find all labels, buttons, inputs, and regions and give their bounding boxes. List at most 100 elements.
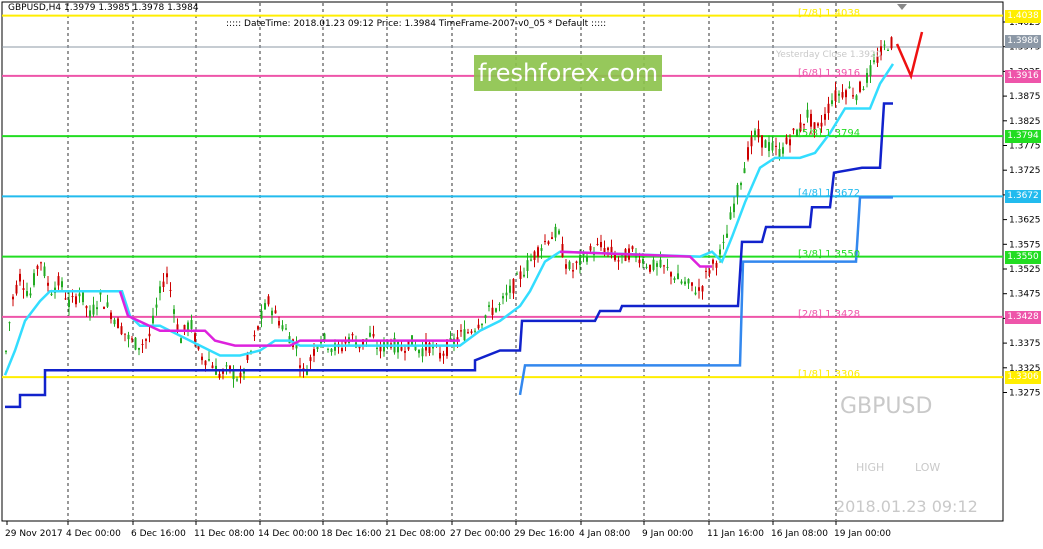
candle-body [43,266,46,277]
chart-area[interactable]: 1.40251.39751.39251.38751.38251.37751.37… [0,0,1043,545]
candle-body [684,281,686,285]
price-tick-label: 1.3875 [1009,92,1041,102]
candle-body [40,262,42,264]
candle-body [680,281,683,284]
candle-body [201,356,203,361]
candle-body [733,203,735,213]
yesterday-close-label: Yesterday Close 1.3920 [776,50,882,60]
candle-body [495,308,497,312]
candle-body [810,113,812,127]
time-tick-label: 11 Dec 08:00 [194,529,255,539]
candle-body [498,304,501,306]
candle-body [372,333,375,337]
candle-body [806,109,809,118]
time-tick-label: 21 Dec 08:00 [385,529,446,539]
candle-body [586,256,588,262]
price-tag: 1.3428 [1005,310,1041,324]
low-label: LOW [915,461,941,474]
candle-body [729,212,732,220]
candle-body [141,343,144,345]
candle-body [719,249,721,255]
time-tick-label: 9 Jan 00:00 [642,529,694,539]
candle-body [530,259,532,261]
symbol-header: GBPUSD,H4 1.3979 1.3985 1.3978 1.3984 [8,3,199,13]
candle-body [831,100,833,104]
time-tick-label: 14 Dec 00:00 [258,529,319,539]
candle-body [768,142,770,151]
candle-body [631,246,634,250]
price-tag: 1.4038 [1005,9,1041,23]
candle-body [239,372,242,378]
candle-body [400,347,403,351]
candle-body [190,320,193,329]
candle-body [474,330,476,332]
candle-body [712,259,714,264]
candle-body [127,334,130,340]
candle-body [110,312,112,320]
candle-body [106,302,109,307]
candle-body [446,341,448,356]
candle-body [285,328,287,330]
candle-body [278,320,280,326]
price-tag: 1.3986 [1005,35,1041,49]
candle-body [866,72,868,83]
candle-body [726,233,728,238]
candle-body [834,90,837,101]
candle-body [26,291,28,296]
candle-body [565,264,567,269]
candle-body [75,296,77,305]
murrey-level-label: [7/8] 1.4038 [798,7,861,19]
price-tag: 1.3672 [1005,190,1041,204]
candle-body [740,182,742,186]
candle-body [771,142,774,151]
candle-body [890,37,893,49]
candle-body [873,60,875,63]
candle-body [579,255,581,265]
candle-body [792,128,795,131]
candle-body [134,337,137,350]
candle-body [589,246,592,251]
candle-body [351,334,354,336]
candle-body [743,168,746,174]
candle-body [722,241,725,243]
candle-body [169,289,172,291]
time-tick-label: 16 Jan 08:00 [771,529,828,539]
candle-body [491,307,494,315]
candle-body [281,325,284,330]
candle-body [558,230,560,234]
candle-body [789,139,791,146]
candle-body [376,347,378,350]
candle-body [19,273,21,282]
candle-body [12,296,14,300]
candle-body [92,304,95,315]
candle-body [544,241,546,243]
timestamp-watermark: 2018.01.23 09:12 [835,497,978,516]
time-tick-label: 4 Dec 00:00 [66,529,121,539]
candle-body [824,113,826,120]
candle-body [246,354,249,361]
candle-body [428,342,431,354]
candle-body [145,339,147,341]
candle-body [537,247,539,258]
candle-body [253,335,256,337]
candle-body [96,307,98,310]
candle-body [82,291,84,303]
price-tick-label: 1.3375 [1009,339,1041,349]
price-tick-label: 1.3275 [1009,389,1041,399]
candle-body [859,81,861,92]
candle-body [642,258,644,264]
candle-body [327,348,329,350]
candle-body [848,86,851,89]
time-tick-label: 4 Jan 08:00 [579,529,631,539]
candle-body [638,259,641,264]
candle-body [600,241,602,248]
candle-body [617,260,620,262]
candle-body [677,273,679,280]
candle-body [488,305,490,307]
candle-body [225,365,228,367]
candle-body [838,93,840,96]
candle-body [845,90,847,98]
price-tag: 1.3916 [1005,69,1041,83]
candle-body [852,95,854,97]
candle-body [152,315,154,324]
